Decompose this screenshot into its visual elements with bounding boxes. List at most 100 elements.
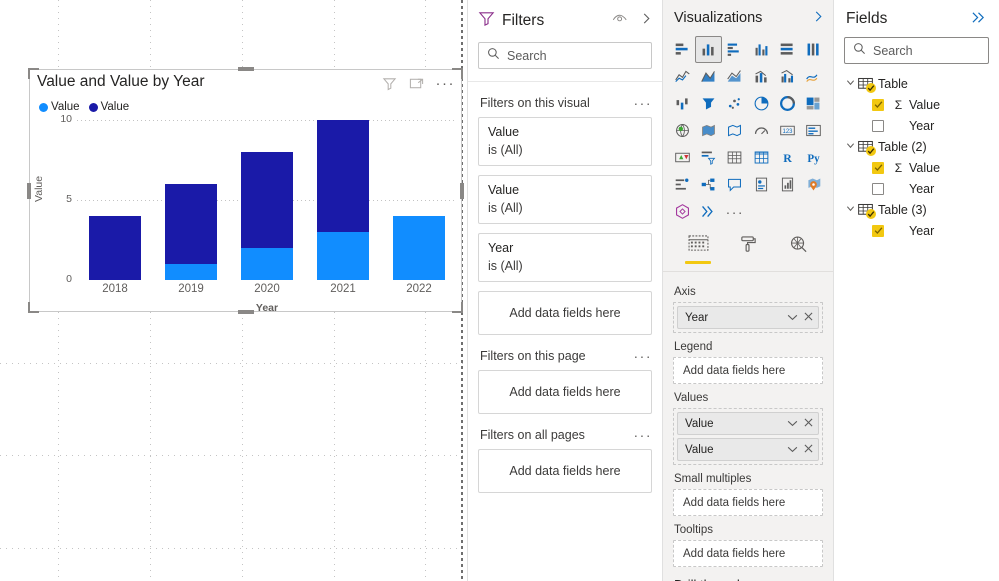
bar-segment-value-dark[interactable] — [89, 216, 141, 280]
report-canvas[interactable]: Value and Value by Year ··· Value Value … — [0, 0, 467, 581]
bar-segment-value-light[interactable] — [317, 232, 369, 280]
field-chip-actions[interactable] — [787, 444, 813, 456]
100-percent-stacked-bar-chart-icon[interactable] — [774, 36, 800, 63]
slicer-icon[interactable] — [695, 144, 721, 171]
bar-column[interactable] — [165, 184, 217, 280]
area-chart-icon[interactable] — [695, 63, 721, 90]
field-chip[interactable]: Year — [677, 306, 819, 329]
well-values[interactable]: Value Value — [673, 408, 823, 465]
line-chart-icon[interactable] — [669, 63, 695, 90]
chevron-right-icon[interactable] — [813, 10, 824, 26]
resize-handle-bottom[interactable] — [237, 310, 254, 314]
resize-handle-left[interactable] — [27, 182, 31, 199]
double-chevron-right-icon[interactable] — [970, 11, 987, 28]
focus-mode-icon[interactable] — [409, 76, 424, 91]
field-chip-actions[interactable] — [787, 312, 813, 324]
shape-map-icon[interactable] — [722, 117, 748, 144]
qna-icon[interactable] — [722, 171, 748, 198]
hide-pane-eye-icon[interactable] — [612, 12, 628, 30]
funnel-chart-icon[interactable] — [695, 90, 721, 117]
visualization-pane-tabs[interactable] — [663, 235, 833, 268]
field-chip[interactable]: Value — [677, 438, 819, 461]
well-tooltips-dropzone[interactable]: Add data fields here — [673, 540, 823, 567]
remove-field-icon[interactable] — [804, 444, 813, 456]
field-checkbox[interactable] — [872, 182, 884, 195]
bar-column[interactable] — [393, 216, 445, 280]
bar-segment-value-dark[interactable] — [317, 120, 369, 232]
get-more-visuals-icon[interactable]: ··· — [722, 198, 748, 225]
expand-caret-icon[interactable] — [846, 204, 858, 215]
expand-caret-icon[interactable] — [846, 141, 858, 152]
map-icon[interactable] — [669, 117, 695, 144]
filter-card[interactable]: Value is (All) — [478, 117, 652, 166]
paginated-report-icon[interactable] — [774, 171, 800, 198]
line-and-stacked-column-chart-icon[interactable] — [748, 63, 774, 90]
resize-handle-top-left[interactable] — [28, 68, 39, 79]
scatter-chart-icon[interactable] — [722, 90, 748, 117]
filter-icon[interactable] — [382, 76, 397, 91]
fields-table-node[interactable]: Table (3) — [834, 199, 999, 220]
filter-group-more-icon[interactable]: ··· — [634, 428, 653, 442]
filter-card[interactable]: Year is (All) — [478, 233, 652, 282]
field-chip-actions[interactable] — [787, 418, 813, 430]
waterfall-chart-icon[interactable] — [669, 90, 695, 117]
field-checkbox[interactable] — [872, 98, 884, 111]
fields-field-row[interactable]: Year — [834, 178, 999, 199]
well-axis[interactable]: Year — [673, 302, 823, 333]
bar-segment-value-light[interactable] — [165, 264, 217, 280]
treemap-icon[interactable] — [801, 90, 827, 117]
chevron-down-icon[interactable] — [787, 418, 798, 430]
resize-handle-top[interactable] — [237, 67, 254, 71]
bar-column[interactable] — [241, 152, 293, 280]
fields-field-row[interactable]: Σ Value — [834, 157, 999, 178]
donut-chart-icon[interactable] — [774, 90, 800, 117]
remove-field-icon[interactable] — [804, 418, 813, 430]
expand-caret-icon[interactable] — [846, 78, 858, 89]
collapse-chevron-icon[interactable] — [641, 12, 652, 30]
fields-field-row[interactable]: Year — [834, 115, 999, 136]
smart-narrative-icon[interactable] — [748, 171, 774, 198]
filter-card[interactable]: Value is (All) — [478, 175, 652, 224]
card-icon[interactable]: 123 — [774, 117, 800, 144]
key-influencers-icon[interactable] — [669, 171, 695, 198]
pie-chart-icon[interactable] — [748, 90, 774, 117]
bar-column[interactable] — [89, 216, 141, 280]
chevron-down-icon[interactable] — [787, 312, 798, 324]
well-small-multiples-dropzone[interactable]: Add data fields here — [673, 489, 823, 516]
remove-field-icon[interactable] — [804, 312, 813, 324]
fields-field-row[interactable]: Year — [834, 220, 999, 241]
resize-handle-bottom-left[interactable] — [28, 302, 39, 313]
bar-segment-value-light[interactable] — [393, 216, 445, 280]
filter-group-more-icon[interactable]: ··· — [634, 96, 653, 110]
stacked-bar-chart-icon[interactable] — [669, 36, 695, 63]
field-checkbox[interactable] — [872, 224, 884, 237]
100-percent-stacked-column-chart-icon[interactable] — [801, 36, 827, 63]
fields-tab[interactable] — [685, 235, 711, 266]
matrix-icon[interactable] — [748, 144, 774, 171]
power-automate-icon[interactable] — [695, 198, 721, 225]
bar-segment-value-light[interactable] — [241, 248, 293, 280]
analytics-tab[interactable] — [785, 235, 811, 266]
kpi-icon[interactable] — [669, 144, 695, 171]
clustered-column-chart-icon[interactable] — [748, 36, 774, 63]
fields-field-row[interactable]: Σ Value — [834, 94, 999, 115]
clustered-bar-chart-icon[interactable] — [722, 36, 748, 63]
multi-row-card-icon[interactable] — [801, 117, 827, 144]
power-apps-icon[interactable] — [669, 198, 695, 225]
bar-segment-value-dark[interactable] — [165, 184, 217, 264]
fields-table-node[interactable]: Table — [834, 73, 999, 94]
visualization-type-gallery[interactable]: 123 R Py ··· — [663, 32, 833, 225]
filter-group-more-icon[interactable]: ··· — [634, 349, 653, 363]
filters-search-input[interactable]: Search — [478, 42, 652, 69]
stacked-column-chart-icon[interactable] — [695, 36, 722, 63]
field-checkbox[interactable] — [872, 161, 884, 174]
stacked-column-chart-visual[interactable]: Value and Value by Year ··· Value Value … — [27, 67, 464, 314]
fields-search-input[interactable]: Search — [844, 37, 989, 64]
r-script-visual-icon[interactable]: R — [774, 144, 800, 171]
line-and-clustered-column-chart-icon[interactable] — [774, 63, 800, 90]
filter-dropzone[interactable]: Add data fields here — [478, 370, 652, 414]
resize-handle-bottom-right[interactable] — [452, 302, 463, 313]
table-icon[interactable] — [722, 144, 748, 171]
bar-segment-value-dark[interactable] — [241, 152, 293, 248]
resize-handle-right[interactable] — [460, 182, 464, 199]
